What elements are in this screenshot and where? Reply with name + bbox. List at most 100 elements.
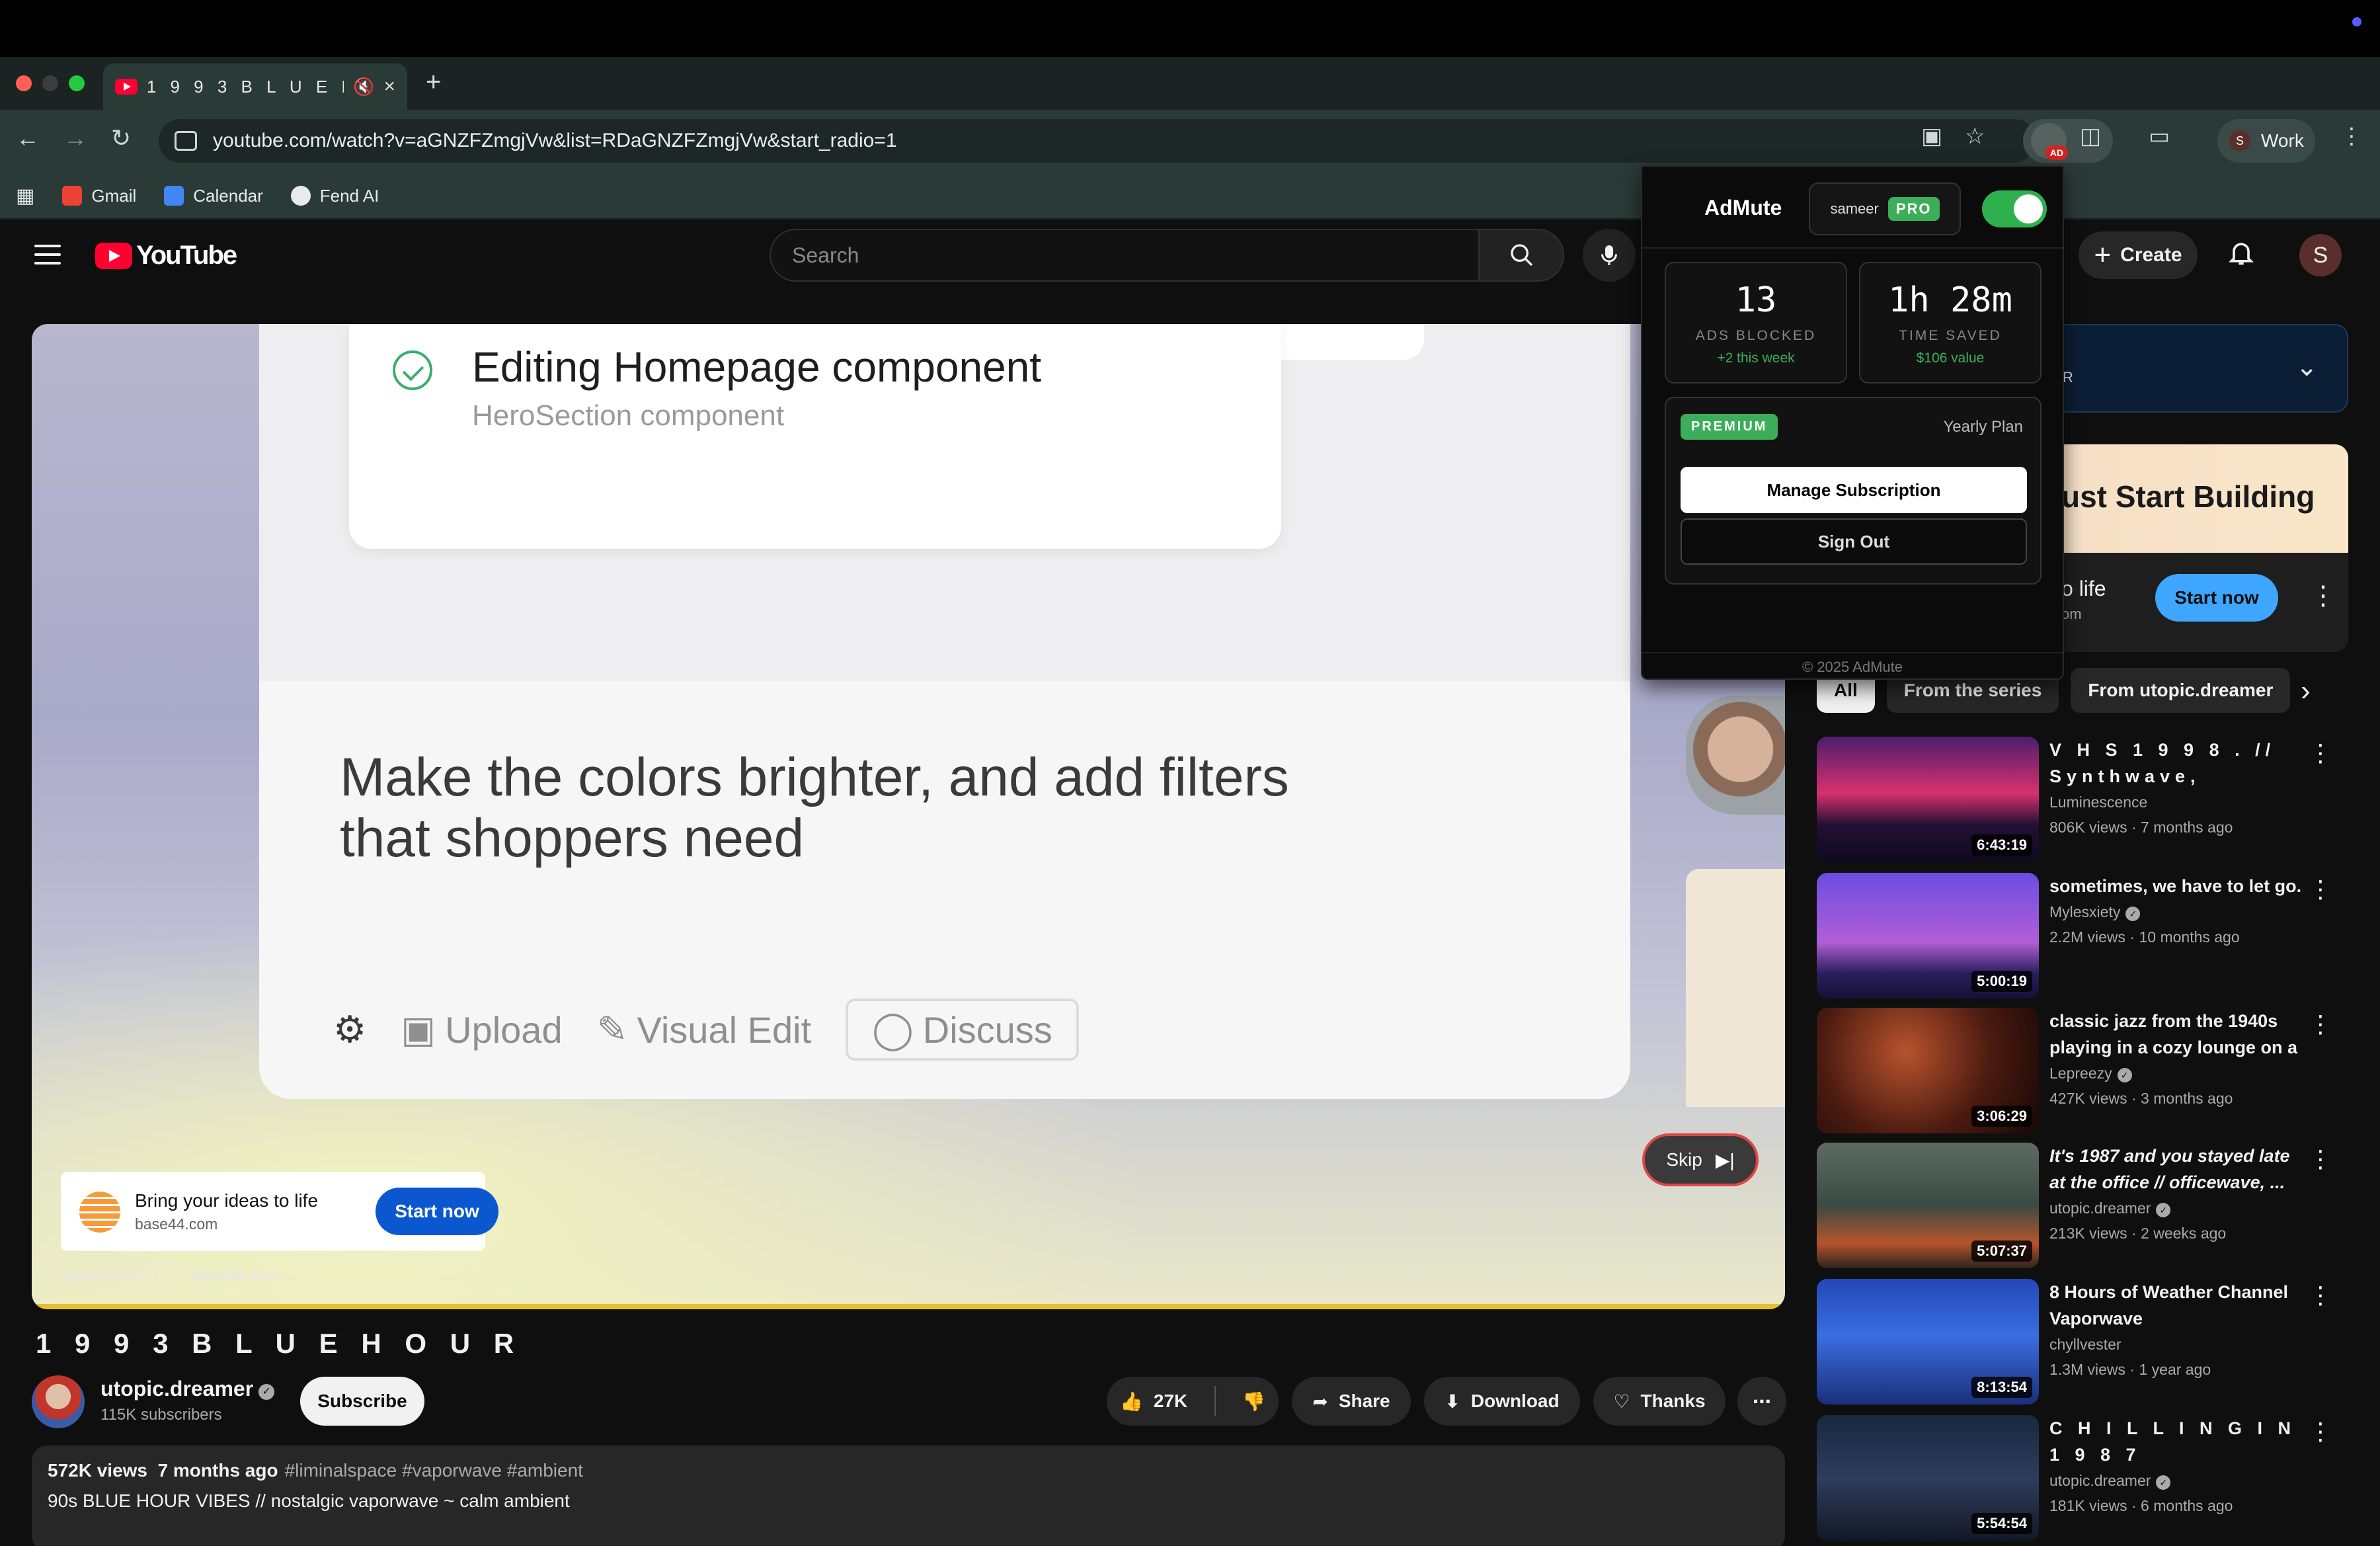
download-button[interactable]: ⬇ Download <box>1424 1377 1580 1426</box>
thanks-button[interactable]: ♡ Thanks <box>1593 1377 1726 1426</box>
video-title[interactable]: 8 Hours of Weather Channel Vaporwave <box>2049 1279 2307 1332</box>
forward-arrow-icon[interactable]: → <box>63 124 87 152</box>
subscribe-button[interactable]: Subscribe <box>300 1377 424 1426</box>
like-button[interactable]: 👍 27K <box>1120 1391 1187 1412</box>
bookmark-fend-ai[interactable]: Fend AI <box>290 186 379 206</box>
list-item[interactable]: 5:00:19 sometimes, we have to let go. My… <box>1817 873 2348 998</box>
notifications-bell-icon[interactable] <box>2227 237 2256 272</box>
status-dot-icon <box>2352 17 2361 26</box>
list-item[interactable]: 8:13:54 8 Hours of Weather Channel Vapor… <box>1817 1279 2348 1404</box>
bookmark-star-icon[interactable]: ☆ <box>1965 123 1985 149</box>
bookmark-calendar[interactable]: Calendar <box>164 186 263 206</box>
admute-extension-icon[interactable]: AD <box>2031 123 2068 160</box>
video-thumbnail[interactable]: 8:13:54 <box>1817 1279 2039 1404</box>
video-title: 1 9 9 3 B L U E H O U R <box>36 1328 522 1359</box>
youtube-logo[interactable]: YouTube <box>95 241 237 270</box>
chevron-down-icon[interactable]: ⌄ <box>2295 352 2318 382</box>
address-bar[interactable]: youtube.com/watch?v=aGNZFZmgjVw&list=RDa… <box>159 119 2036 163</box>
more-actions-button[interactable]: ⋯ <box>1737 1377 1786 1426</box>
video-thumbnail[interactable]: 5:07:37 <box>1817 1143 2039 1268</box>
thumbs-down-icon[interactable]: 👎 <box>1242 1391 1265 1412</box>
verified-icon: ✓ <box>258 1384 275 1400</box>
chevron-right-icon[interactable]: › <box>2301 674 2311 708</box>
skip-ad-button[interactable]: Skip ▶| <box>1642 1133 1759 1186</box>
ad-progress-bar[interactable] <box>32 1304 1785 1309</box>
description-box[interactable]: 572K views 7 months ago #liminalspace #va… <box>32 1445 1785 1546</box>
video-meta: 181K views · 6 months ago <box>2049 1497 2233 1514</box>
puzzle-extensions-icon[interactable]: ◫ <box>2080 123 2101 149</box>
search-field[interactable] <box>770 229 1480 282</box>
plan-name: Yearly Plan <box>1943 418 2023 436</box>
channel-name[interactable]: Lepreezy ✓ <box>2049 1065 2132 1082</box>
video-title[interactable]: C H I L L I N G I N 1 9 8 7 <box>2049 1415 2307 1468</box>
profile-button[interactable]: S Work <box>2217 119 2315 163</box>
video-meta: 2.2M views · 10 months ago <box>2049 928 2240 946</box>
promo-title: ust Start Building <box>2061 479 2315 514</box>
reload-icon[interactable]: ↻ <box>111 124 131 152</box>
video-prompt-text: Make the colors brighter, and add filter… <box>340 747 1289 868</box>
list-item[interactable]: 6:43:19 V H S 1 9 9 8 . // Synthwave, Dr… <box>1817 737 2348 862</box>
manage-subscription-button[interactable]: Manage Subscription <box>1681 467 2027 513</box>
share-button[interactable]: ➦ Share <box>1292 1377 1411 1426</box>
more-vertical-icon[interactable]: ⋮ <box>2310 581 2336 611</box>
list-item[interactable]: 5:54:54 C H I L L I N G I N 1 9 8 7 utop… <box>1817 1415 2348 1541</box>
apps-grid-icon[interactable]: ▦ <box>16 184 34 208</box>
video-thumbnail[interactable]: 5:00:19 <box>1817 873 2039 998</box>
admute-enable-toggle[interactable] <box>1982 190 2047 227</box>
search-button[interactable] <box>1480 229 1564 282</box>
ad-start-now-button[interactable]: Start now <box>376 1188 498 1235</box>
voice-search-button[interactable] <box>1583 229 1636 282</box>
video-thumbnail[interactable]: 5:54:54 <box>1817 1415 2039 1541</box>
gmail-icon <box>62 186 83 206</box>
admute-footer: © 2025 AdMute <box>1802 659 1903 675</box>
site-settings-icon[interactable] <box>175 131 197 151</box>
minimize-window-button[interactable] <box>42 75 58 91</box>
video-title[interactable]: sometimes, we have to let go. <box>2049 873 2307 899</box>
search-input[interactable] <box>771 230 1478 280</box>
more-vertical-icon[interactable]: ⋮ <box>2309 1282 2332 1309</box>
channel-name[interactable]: utopic.dreamer ✓ <box>2049 1472 2171 1490</box>
bookmark-gmail[interactable]: Gmail <box>62 186 136 206</box>
video-player[interactable]: Editing Homepage component HeroSection c… <box>32 324 1785 1309</box>
more-vertical-icon[interactable]: ⋮ <box>2309 875 2332 903</box>
video-title[interactable]: classic jazz from the 1940s playing in a… <box>2049 1008 2307 1061</box>
back-arrow-icon[interactable]: ← <box>16 124 40 152</box>
channel-name[interactable]: Mylesxiety ✓ <box>2049 903 2141 921</box>
cast-icon[interactable]: ▭ <box>2149 123 2170 149</box>
description-text: 90s BLUE HOUR VIBES // nostalgic vaporwa… <box>48 1490 570 1511</box>
new-tab-button[interactable]: + <box>426 67 441 97</box>
chip-from-channel[interactable]: From utopic.dreamer <box>2071 668 2291 713</box>
subscriber-count: 115K subscribers <box>100 1406 222 1424</box>
info-icon[interactable]: ⓘ <box>148 1266 164 1284</box>
list-item[interactable]: 3:06:29 classic jazz from the 1940s play… <box>1817 1008 2348 1133</box>
menu-icon[interactable] <box>34 245 61 270</box>
zoom-window-button[interactable] <box>69 75 85 91</box>
account-avatar[interactable]: S <box>2299 234 2342 276</box>
create-button[interactable]: + Create <box>2079 231 2198 279</box>
hashtags[interactable]: #liminalspace #vaporwave #ambient <box>285 1460 583 1481</box>
channel-avatar[interactable] <box>32 1375 85 1428</box>
more-vertical-icon[interactable]: ⋮ <box>2309 739 2332 767</box>
close-tab-icon[interactable]: × <box>383 75 395 98</box>
install-app-icon[interactable]: ▣ <box>1921 123 1942 149</box>
more-vertical-icon[interactable]: ⋮ <box>2309 1145 2332 1173</box>
channel-name[interactable]: utopic.dreamer ✓ <box>100 1377 275 1401</box>
video-title[interactable]: It's 1987 and you stayed late at the off… <box>2049 1143 2307 1196</box>
video-thumbnail[interactable]: 6:43:19 <box>1817 737 2039 862</box>
channel-name[interactable]: chyllvester <box>2049 1336 2122 1354</box>
close-window-button[interactable] <box>16 75 32 91</box>
video-thumbnail[interactable]: 3:06:29 <box>1817 1008 2039 1133</box>
video-title[interactable]: V H S 1 9 9 8 . // Synthwave, Dreamwave,… <box>2049 737 2307 790</box>
video-meta: 213K views · 2 weeks ago <box>2049 1225 2227 1242</box>
channel-name[interactable]: Luminescence <box>2049 793 2147 811</box>
more-vertical-icon[interactable]: ⋮ <box>2309 1010 2332 1038</box>
promo-start-now-button[interactable]: Start now <box>2155 574 2278 622</box>
channel-name[interactable]: utopic.dreamer ✓ <box>2049 1200 2171 1217</box>
sign-out-button[interactable]: Sign Out <box>1681 518 2027 565</box>
list-item[interactable]: 5:07:37 It's 1987 and you stayed late at… <box>1817 1143 2348 1268</box>
browser-menu-icon[interactable]: ⋮ <box>2340 123 2363 149</box>
ad-overlay-card[interactable]: Bring your ideas to life base44.com Star… <box>61 1172 498 1251</box>
more-vertical-icon[interactable]: ⋮ <box>2309 1418 2332 1445</box>
browser-tab-youtube[interactable]: 1 9 9 3 B L U E H O U R 🔇 × <box>103 63 407 110</box>
tab-muted-icon[interactable]: 🔇 <box>353 77 374 97</box>
